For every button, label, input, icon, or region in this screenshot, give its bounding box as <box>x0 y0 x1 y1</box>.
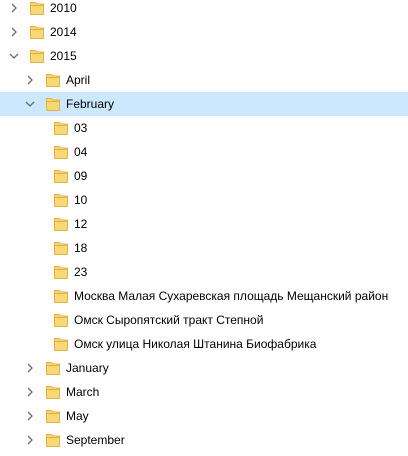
chevron-right-icon[interactable] <box>24 74 36 86</box>
chevron-right-icon[interactable] <box>24 410 36 422</box>
tree-item-label: January <box>66 361 109 375</box>
tree-item-label: February <box>66 97 115 111</box>
tree-item-label: April <box>66 73 91 87</box>
tree-item[interactable]: April <box>0 68 408 92</box>
tree-item-label: 12 <box>74 217 88 231</box>
folder-icon <box>45 408 61 424</box>
chevron-right-icon[interactable] <box>8 26 20 38</box>
folder-icon <box>45 432 61 448</box>
tree-item-label: March <box>66 385 100 399</box>
folder-icon <box>53 240 69 256</box>
folder-icon <box>45 72 61 88</box>
folder-icon <box>53 288 69 304</box>
folder-icon <box>53 144 69 160</box>
tree-item[interactable]: 2010 <box>0 0 408 20</box>
tree-item-label: 04 <box>74 145 88 159</box>
tree-item[interactable]: 2014 <box>0 20 408 44</box>
folder-tree: 2010 2014 2015 April February 03 04 09 10 12 18 23 М… <box>0 0 408 456</box>
chevron-down-icon[interactable] <box>8 50 20 62</box>
tree-item-label: 10 <box>74 193 88 207</box>
folder-icon <box>53 336 69 352</box>
tree-item-label: Москва Малая Сухаревская площадь Мещанск… <box>74 289 389 303</box>
tree-item[interactable]: Омск Сыропятский тракт Степной <box>0 308 408 332</box>
tree-item[interactable]: 23 <box>0 260 408 284</box>
tree-item[interactable]: 18 <box>0 236 408 260</box>
tree-item-label: September <box>66 433 125 447</box>
chevron-right-icon[interactable] <box>24 386 36 398</box>
tree-item[interactable]: 09 <box>0 164 408 188</box>
tree-item[interactable]: Омск улица Николая Штанина Биофабрика <box>0 332 408 356</box>
chevron-right-icon[interactable] <box>8 2 20 14</box>
tree-item-label: 03 <box>74 121 88 135</box>
folder-icon <box>29 0 45 16</box>
folder-icon <box>53 264 69 280</box>
tree-item-label: 2014 <box>50 25 77 39</box>
tree-item-label: Омск Сыропятский тракт Степной <box>74 313 264 327</box>
chevron-right-icon[interactable] <box>24 362 36 374</box>
tree-item-label: 2010 <box>50 1 77 15</box>
folder-icon <box>45 384 61 400</box>
tree-item[interactable]: January <box>0 356 408 380</box>
folder-icon <box>53 312 69 328</box>
tree-item-label: 2015 <box>50 49 77 63</box>
folder-icon <box>53 168 69 184</box>
tree-item[interactable]: February <box>0 92 408 116</box>
tree-item[interactable]: Москва Малая Сухаревская площадь Мещанск… <box>0 284 408 308</box>
tree-item[interactable]: 03 <box>0 116 408 140</box>
folder-icon <box>53 120 69 136</box>
folder-icon <box>53 216 69 232</box>
folder-icon <box>45 360 61 376</box>
tree-item-label: Омск улица Николая Штанина Биофабрика <box>74 337 317 351</box>
tree-item-label: May <box>66 409 89 423</box>
tree-item[interactable]: March <box>0 380 408 404</box>
folder-icon <box>53 192 69 208</box>
tree-item[interactable]: 10 <box>0 188 408 212</box>
tree-item-label: 23 <box>74 265 88 279</box>
chevron-down-icon[interactable] <box>24 98 36 110</box>
tree-item[interactable]: 04 <box>0 140 408 164</box>
folder-icon <box>29 24 45 40</box>
tree-item[interactable]: May <box>0 404 408 428</box>
folder-icon <box>45 96 61 112</box>
tree-item[interactable]: 2015 <box>0 44 408 68</box>
chevron-right-icon[interactable] <box>24 434 36 446</box>
tree-item-label: 18 <box>74 241 88 255</box>
tree-item[interactable]: September <box>0 428 408 452</box>
tree-item-label: 09 <box>74 169 88 183</box>
folder-icon <box>29 48 45 64</box>
tree-item[interactable]: 12 <box>0 212 408 236</box>
